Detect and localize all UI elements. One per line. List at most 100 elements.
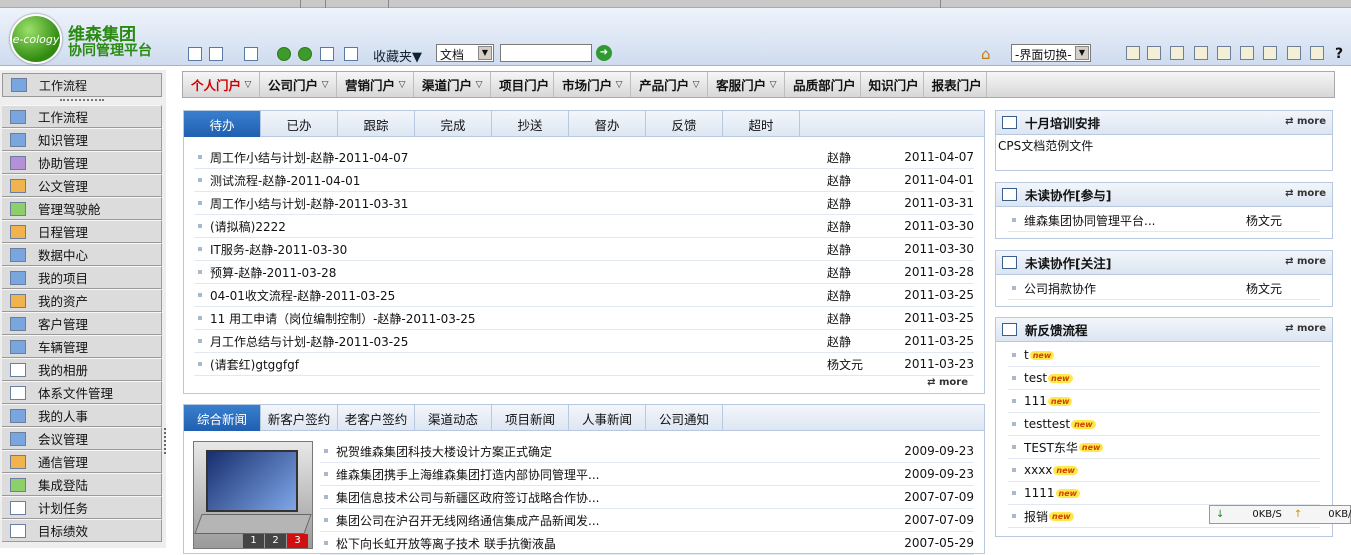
sidebar-item[interactable]: 日程管理 [2, 220, 162, 243]
search-go-icon[interactable]: ➜ [596, 45, 612, 61]
table-row[interactable]: 周工作小结与计划-赵静-2011-04-07 赵静 2011-04-07 [194, 146, 974, 169]
row-title[interactable]: 周工作小结与计划-赵静-2011-03-31 [210, 195, 827, 212]
row-title[interactable]: (请拟稿)2222 [210, 218, 827, 235]
chevron-down-icon[interactable]: ▽ [395, 80, 409, 90]
item-title[interactable]: 维森集团协同管理平台... [1024, 212, 1246, 229]
unread-participate-more-link[interactable]: ⇄ more [1285, 188, 1326, 199]
sidebar-item[interactable]: 管理驾驶舱 [2, 197, 162, 220]
item-title[interactable]: 公司捐款协作 [1024, 280, 1246, 297]
mail-icon[interactable] [1194, 46, 1208, 60]
row-title[interactable]: 11 用工申请（岗位编制控制）-赵静-2011-03-25 [210, 310, 827, 327]
table-icon[interactable] [1240, 46, 1254, 60]
row-title[interactable]: 04-01收文流程-赵静-2011-03-25 [210, 287, 827, 304]
new-doc-icon[interactable] [1126, 46, 1140, 60]
tab-workflow[interactable]: 已办 [261, 111, 338, 137]
training-more-link[interactable]: ⇄ more [1285, 116, 1326, 127]
edit-icon[interactable] [1147, 46, 1161, 60]
org-icon[interactable] [1287, 46, 1301, 60]
news-row[interactable]: 祝贺维森集团科技大楼设计方案正式确定 2009-09-23 [320, 440, 974, 463]
item-title[interactable]: test [1024, 371, 1047, 385]
forward-arrow-icon[interactable] [298, 47, 312, 61]
chevron-down-icon[interactable]: ▽ [689, 80, 703, 90]
tab-portal[interactable]: 渠道门户 ▽ [414, 72, 492, 97]
sidebar-item[interactable]: 我的项目 [2, 266, 162, 289]
pager-button[interactable]: 1 [242, 534, 264, 548]
chevron-down-icon[interactable]: ▽ [766, 80, 780, 90]
tab-portal[interactable]: 公司门户 ▽ [260, 72, 338, 97]
news-row[interactable]: 松下向长虹开放等离子技术 联手抗衡液晶 2007-05-29 [320, 532, 974, 555]
tab-workflow[interactable]: 跟踪 [338, 111, 415, 137]
list-item[interactable]: 公司捐款协作 杨文元 [1008, 277, 1320, 300]
tab-news[interactable]: 渠道动态 [415, 405, 492, 431]
table-row[interactable]: IT服务-赵静-2011-03-30 赵静 2011-03-30 [194, 238, 974, 261]
forward-page-icon[interactable] [209, 47, 223, 61]
news-title[interactable]: 集团公司在沪召开无线网络通信集成产品新闻发... [336, 512, 902, 529]
sidebar-item[interactable]: 协助管理 [2, 151, 162, 174]
help-icon[interactable]: ? [1335, 46, 1343, 62]
favorites-menu[interactable]: 收藏夹▼ [373, 46, 422, 65]
list-item[interactable]: xxxx new [1008, 459, 1320, 482]
tab-workflow[interactable]: 超时 [723, 111, 800, 137]
sidebar-item[interactable]: 通信管理 [2, 450, 162, 473]
tab-news[interactable]: 项目新闻 [492, 405, 569, 431]
back-arrow-icon[interactable] [277, 47, 291, 61]
row-title[interactable]: 月工作总结与计划-赵静-2011-03-25 [210, 333, 827, 350]
interface-switch-select[interactable]: -界面切换- ▼ [1011, 44, 1091, 62]
tab-workflow[interactable]: 抄送 [492, 111, 569, 137]
users-icon[interactable] [1217, 46, 1231, 60]
sidebar-item[interactable]: 目标绩效 [2, 519, 162, 542]
print-icon[interactable] [344, 47, 358, 61]
sidebar-item[interactable]: 知识管理 [2, 128, 162, 151]
sidebar-item[interactable]: 客户管理 [2, 312, 162, 335]
sidebar-item[interactable]: 公文管理 [2, 174, 162, 197]
news-row[interactable]: 集团信息技术公司与新疆区政府签订战略合作协... 2007-07-09 [320, 486, 974, 509]
sidebar-item[interactable]: 我的相册 [2, 358, 162, 381]
news-image[interactable]: 123 [193, 441, 313, 549]
table-row[interactable]: (请拟稿)2222 赵静 2011-03-30 [194, 215, 974, 238]
table-row[interactable]: 11 用工申请（岗位编制控制）-赵静-2011-03-25 赵静 2011-03-2… [194, 307, 974, 330]
item-title[interactable]: testtest [1024, 417, 1070, 431]
sidebar-grip[interactable] [60, 99, 104, 102]
logout-icon[interactable] [244, 47, 258, 61]
windows-icon[interactable] [1263, 46, 1277, 60]
unread-follow-more-link[interactable]: ⇄ more [1285, 256, 1326, 267]
tab-portal[interactable]: 市场门户 ▽ [554, 72, 632, 97]
row-title[interactable]: 测试流程-赵静-2011-04-01 [210, 172, 827, 189]
news-title[interactable]: 集团信息技术公司与新疆区政府签订战略合作协... [336, 489, 902, 506]
pager-button[interactable]: 2 [264, 534, 286, 548]
row-title[interactable]: 周工作小结与计划-赵静-2011-04-07 [210, 149, 827, 166]
tab-workflow[interactable]: 反馈 [646, 111, 723, 137]
news-row[interactable]: 维森集团携手上海维森集团打造内部协同管理平... 2009-09-23 [320, 463, 974, 486]
tab-portal[interactable]: 项目门户 [491, 72, 555, 97]
tab-workflow[interactable]: 完成 [415, 111, 492, 137]
tab-portal[interactable]: 知识门户 [861, 72, 924, 97]
pager-button[interactable]: 3 [286, 534, 308, 548]
notes-icon[interactable] [1310, 46, 1324, 60]
news-title[interactable]: 祝贺维森集团科技大楼设计方案正式确定 [336, 443, 902, 460]
sidebar-item[interactable]: 我的资产 [2, 289, 162, 312]
sidebar-resize-handle[interactable] [164, 428, 167, 454]
tab-news[interactable]: 老客户签约 [338, 405, 415, 431]
item-title[interactable]: t [1024, 348, 1029, 362]
list-item[interactable]: TEST东华 new [1008, 436, 1320, 459]
sidebar-item[interactable]: 体系文件管理 [2, 381, 162, 404]
search-type-select[interactable]: 文档 ▼ [436, 44, 494, 62]
list-item[interactable]: 维森集团协同管理平台... 杨文元 [1008, 209, 1320, 232]
list-item[interactable]: 111 new [1008, 390, 1320, 413]
tab-portal[interactable]: 营销门户 ▽ [337, 72, 415, 97]
item-title[interactable]: 1111 [1024, 486, 1055, 500]
sidebar-item[interactable]: 会议管理 [2, 427, 162, 450]
workflow-more-link[interactable]: ⇄ more [927, 377, 968, 388]
item-title[interactable]: xxxx [1024, 463, 1052, 477]
row-title[interactable]: IT服务-赵静-2011-03-30 [210, 241, 827, 258]
tab-portal[interactable]: 客服门户 ▽ [708, 72, 786, 97]
list-item[interactable]: 1111 new [1008, 482, 1320, 505]
tab-workflow[interactable]: 待办 [184, 111, 261, 137]
tab-news[interactable]: 综合新闻 [184, 405, 261, 431]
tab-news[interactable]: 人事新闻 [569, 405, 646, 431]
sidebar-header[interactable]: 工作流程 [2, 73, 162, 97]
item-title[interactable]: TEST东华 [1024, 439, 1078, 456]
table-row[interactable]: 测试流程-赵静-2011-04-01 赵静 2011-04-01 [194, 169, 974, 192]
clipboard-icon[interactable] [1170, 46, 1184, 60]
table-row[interactable]: 预算-赵静-2011-03-28 赵静 2011-03-28 [194, 261, 974, 284]
